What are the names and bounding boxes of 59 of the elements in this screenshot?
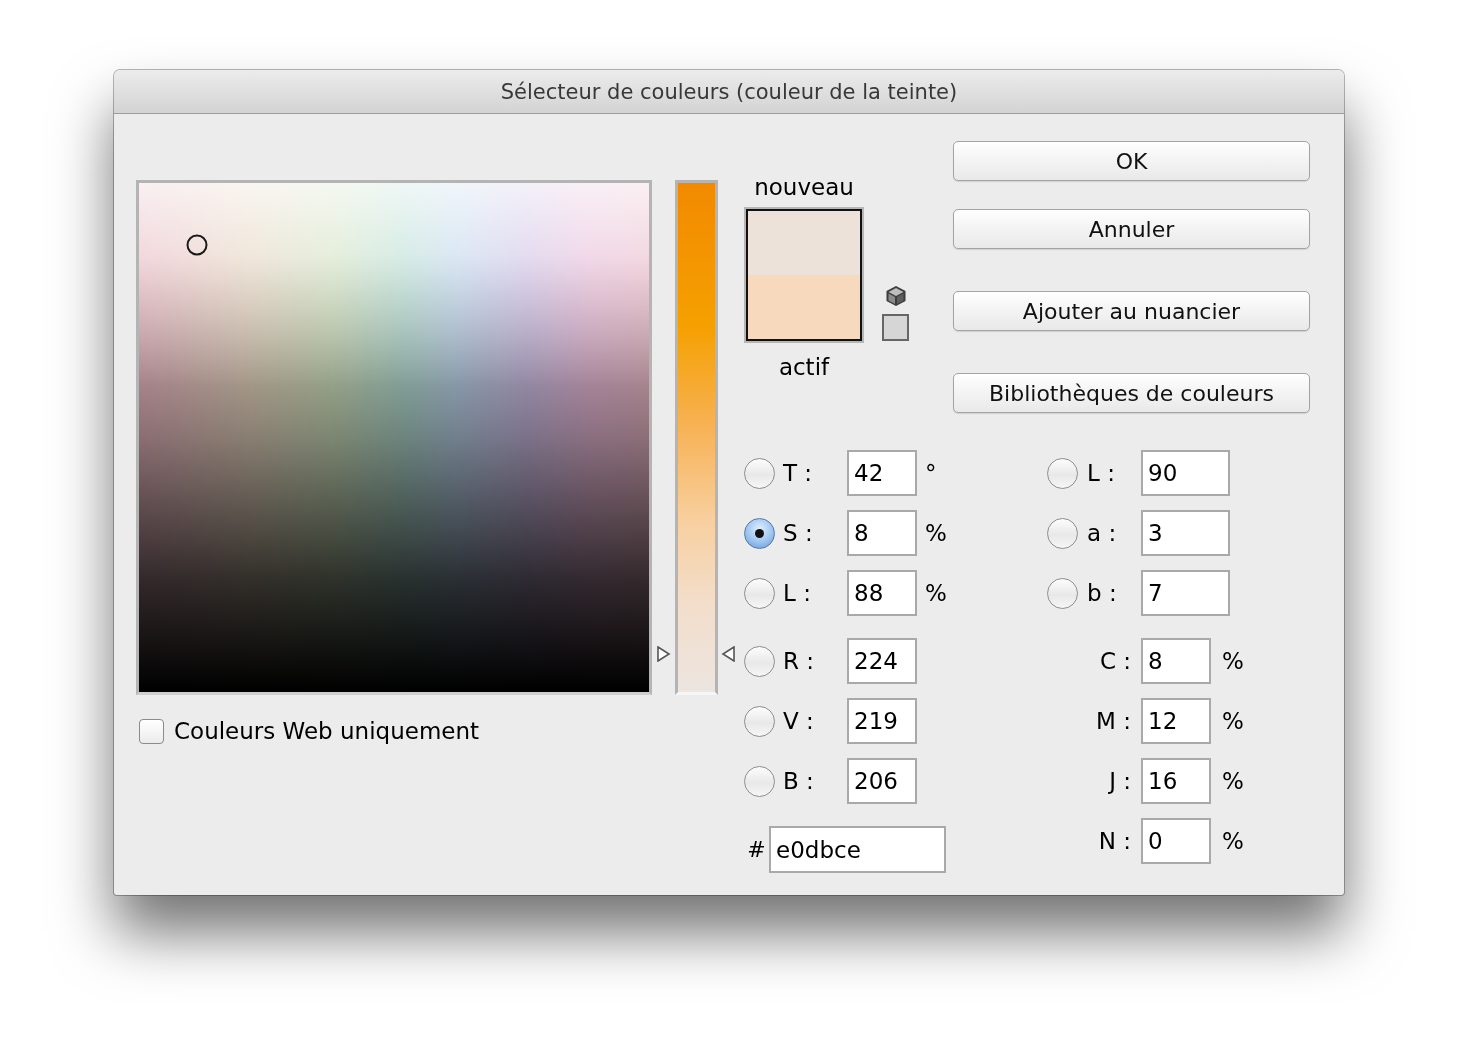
window-title: Sélecteur de couleurs (couleur de la teinte) bbox=[500, 79, 958, 104]
field-label: B : bbox=[783, 768, 814, 794]
field-label: C : bbox=[1099, 648, 1131, 674]
field-label: N : bbox=[1098, 828, 1131, 854]
field-label: M : bbox=[1096, 708, 1131, 734]
value-field[interactable]: 88 bbox=[847, 570, 917, 616]
value-field[interactable]: 0 bbox=[1141, 818, 1211, 864]
checkbox[interactable] bbox=[139, 718, 164, 744]
unit-label: % bbox=[1222, 708, 1244, 734]
field-label: b : bbox=[1087, 580, 1117, 606]
unit-label: % bbox=[1222, 648, 1244, 674]
preview-label: actif bbox=[777, 354, 831, 380]
value-field[interactable]: 8 bbox=[847, 510, 917, 556]
field-label: V : bbox=[783, 708, 814, 734]
radio-button[interactable] bbox=[744, 517, 775, 549]
unit-label: % bbox=[1222, 768, 1244, 794]
dialog-button[interactable]: Annuler bbox=[953, 209, 1310, 249]
dialog-button[interactable]: Ajouter au nuancier bbox=[953, 291, 1310, 331]
radio-button[interactable] bbox=[744, 457, 775, 489]
checkbox-label: Couleurs Web uniquement bbox=[174, 717, 480, 745]
unit-label: % bbox=[1222, 828, 1244, 854]
square-swatch-icon bbox=[882, 314, 909, 341]
radio-button[interactable] bbox=[1047, 457, 1078, 489]
value-field[interactable]: 8 bbox=[1141, 638, 1211, 684]
unit-label: ° bbox=[925, 460, 937, 486]
hex-field[interactable]: e0dbce bbox=[769, 826, 946, 873]
value-field[interactable]: 16 bbox=[1141, 758, 1211, 804]
field-label: J : bbox=[1109, 768, 1131, 794]
value-field[interactable]: 206 bbox=[847, 758, 917, 804]
field-label: a : bbox=[1087, 520, 1117, 546]
field-label: S : bbox=[783, 520, 813, 546]
radio-button[interactable] bbox=[744, 645, 775, 677]
unit-label: % bbox=[925, 520, 947, 546]
radio-button[interactable] bbox=[744, 705, 775, 737]
field-label: R : bbox=[783, 648, 815, 674]
radio-button[interactable] bbox=[1047, 517, 1078, 549]
dialog-button[interactable]: OK bbox=[953, 141, 1310, 181]
circle-marker-icon[interactable] bbox=[186, 234, 208, 256]
value-field[interactable]: 42 bbox=[847, 450, 917, 496]
unit-label: % bbox=[925, 580, 947, 606]
dialog-button[interactable]: Bibliothèques de couleurs bbox=[953, 373, 1310, 413]
radio-button[interactable] bbox=[1047, 577, 1078, 609]
value-field[interactable]: 7 bbox=[1141, 570, 1230, 616]
hex-label: # bbox=[747, 837, 766, 862]
radio-button[interactable] bbox=[744, 577, 775, 609]
saturation-slider[interactable] bbox=[657, 180, 735, 695]
value-field[interactable]: 219 bbox=[847, 698, 917, 744]
radio-button[interactable] bbox=[744, 765, 775, 797]
value-field[interactable]: 3 bbox=[1141, 510, 1230, 556]
field-label: L : bbox=[1087, 460, 1115, 486]
cube-icon bbox=[884, 285, 907, 307]
color-field[interactable] bbox=[136, 180, 652, 695]
value-field[interactable]: 224 bbox=[847, 638, 917, 684]
value-field[interactable]: 90 bbox=[1141, 450, 1230, 496]
field-label: T : bbox=[783, 460, 813, 486]
value-field[interactable]: 12 bbox=[1141, 698, 1211, 744]
field-label: L : bbox=[783, 580, 811, 606]
preview-label: nouveau bbox=[753, 174, 855, 200]
slider-handle[interactable] bbox=[657, 645, 735, 662]
